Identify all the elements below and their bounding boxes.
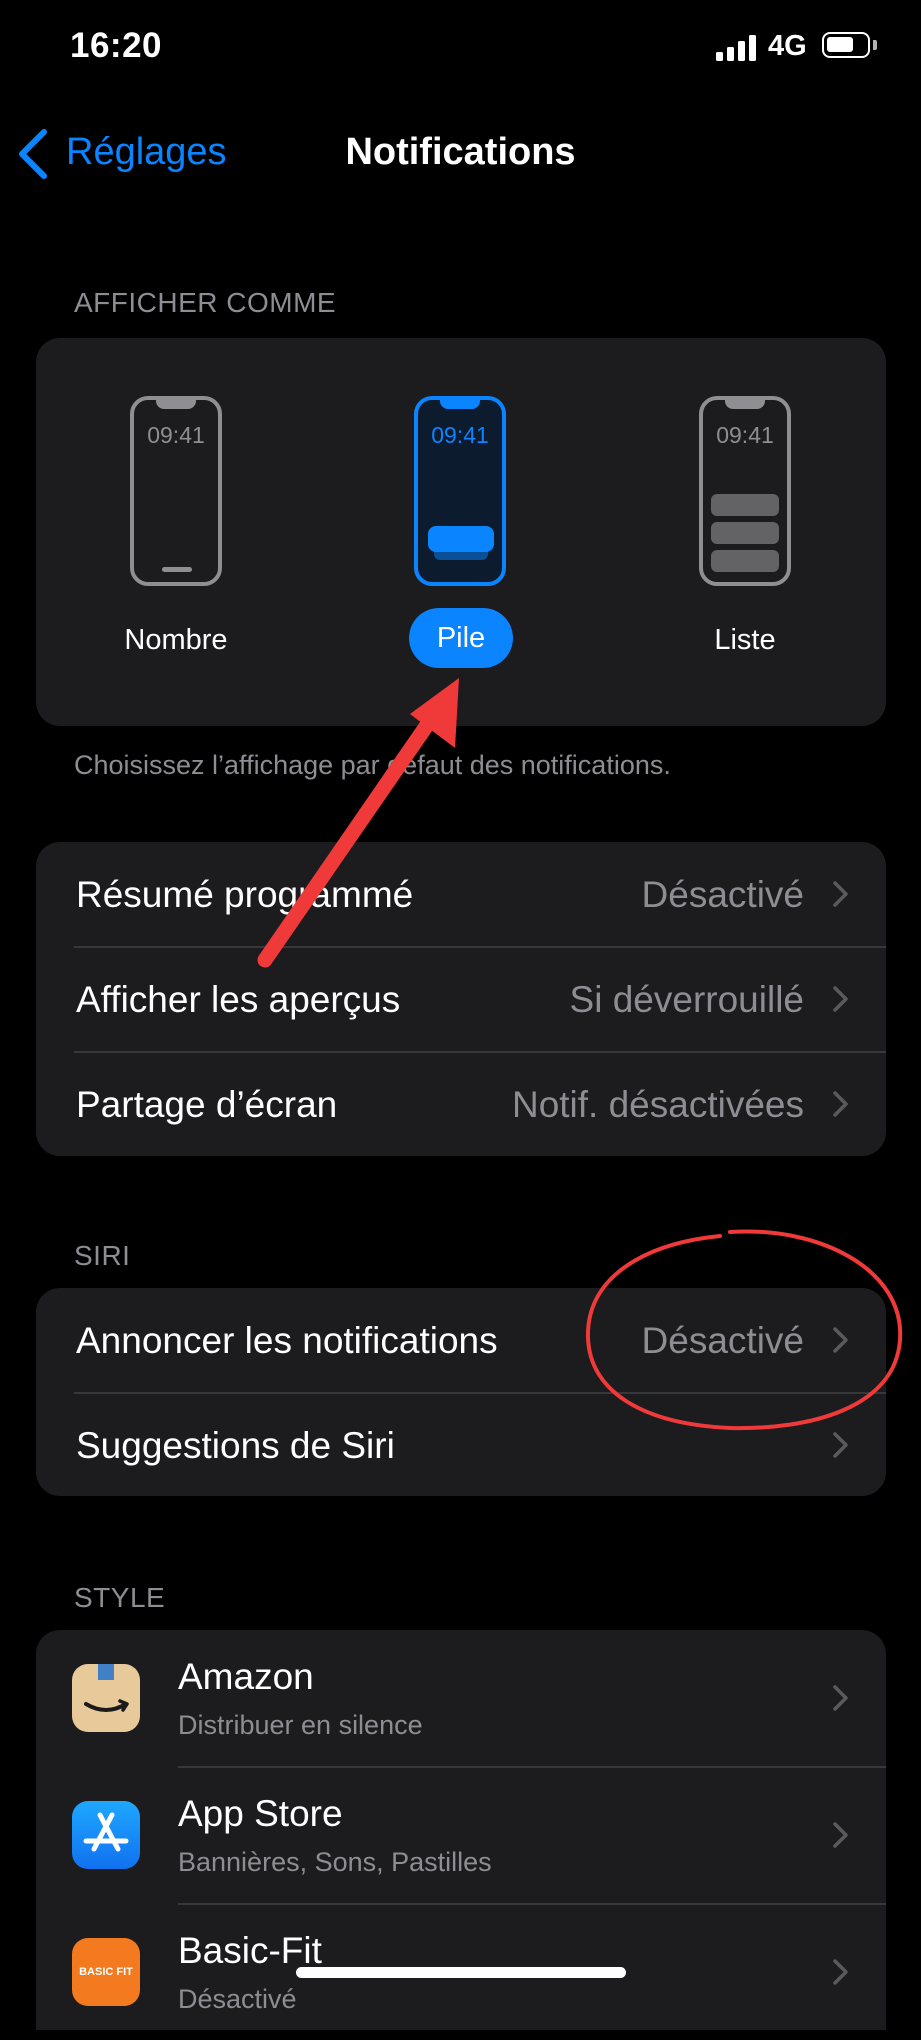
display-style-card: 09:41 Nombre 09:41 Pile 09:41 Liste bbox=[36, 338, 886, 726]
chevron-right-icon bbox=[833, 1685, 848, 1711]
app-name: App Store bbox=[178, 1793, 343, 1834]
phone-preview-time: 09:41 bbox=[147, 422, 205, 448]
basic-fit-app-icon: BASIC FIT bbox=[72, 1938, 140, 2006]
row-screen-sharing[interactable]: Partage d’écran Notif. désactivées bbox=[36, 1052, 886, 1156]
app-subtitle: Distribuer en silence bbox=[178, 1710, 423, 1740]
chevron-right-icon bbox=[833, 1822, 848, 1848]
phone-preview-time: 09:41 bbox=[431, 422, 489, 448]
app-row-amazon[interactable]: Amazon Distribuer en silence bbox=[36, 1630, 886, 1766]
cellular-signal-icon bbox=[716, 35, 756, 61]
app-row-app-store[interactable]: App Store Bannières, Sons, Pastilles bbox=[36, 1767, 886, 1903]
row-siri-suggestions[interactable]: Suggestions de Siri bbox=[36, 1393, 886, 1497]
battery-tip bbox=[873, 40, 877, 50]
chevron-right-icon bbox=[833, 881, 848, 907]
chevron-right-icon bbox=[833, 1432, 848, 1458]
app-name: Basic-Fit bbox=[178, 1930, 322, 1971]
battery-icon bbox=[822, 32, 870, 58]
row-show-previews[interactable]: Afficher les aperçus Si déverrouillé bbox=[36, 947, 886, 1051]
section-header-siri: SIRI bbox=[74, 1240, 131, 1271]
display-option-stack[interactable]: 09:41 bbox=[414, 396, 506, 586]
row-label: Suggestions de Siri bbox=[76, 1425, 395, 1466]
row-value: Si déverrouillé bbox=[569, 979, 804, 1020]
siri-card: Annoncer les notifications Désactivé Sug… bbox=[36, 1288, 886, 1496]
app-subtitle: Bannières, Sons, Pastilles bbox=[178, 1847, 492, 1877]
network-type: 4G bbox=[768, 30, 807, 62]
row-value: Notif. désactivées bbox=[511, 1084, 804, 1125]
display-footer: Choisissez l’affichage par défaut des no… bbox=[74, 750, 671, 780]
chevron-right-icon bbox=[833, 1327, 848, 1353]
row-label: Annoncer les notifications bbox=[76, 1320, 498, 1361]
page-title: Notifications bbox=[345, 131, 576, 173]
chevron-right-icon bbox=[833, 986, 848, 1012]
status-time: 16:20 bbox=[70, 26, 163, 65]
amazon-app-icon bbox=[72, 1664, 140, 1732]
row-label: Résumé programmé bbox=[76, 874, 414, 915]
display-option-label-stack[interactable]: Pile bbox=[409, 608, 513, 668]
display-option-label-count[interactable]: Nombre bbox=[96, 624, 256, 657]
display-option-list[interactable]: 09:41 bbox=[699, 396, 791, 586]
settings-card: Résumé programmé Désactivé Afficher les … bbox=[36, 842, 886, 1156]
row-announce-notifications[interactable]: Annoncer les notifications Désactivé bbox=[36, 1288, 886, 1392]
home-indicator bbox=[296, 1967, 626, 1978]
row-label: Afficher les aperçus bbox=[76, 979, 401, 1020]
app-store-app-icon bbox=[72, 1801, 140, 1869]
row-scheduled-summary[interactable]: Résumé programmé Désactivé bbox=[36, 842, 886, 946]
section-header-style: STYLE bbox=[74, 1582, 166, 1613]
row-value: Désactivé bbox=[641, 874, 804, 915]
chevron-right-icon bbox=[833, 1959, 848, 1985]
section-header-display: AFFICHER COMME bbox=[74, 287, 337, 318]
phone-preview-time: 09:41 bbox=[716, 422, 774, 448]
chevron-right-icon bbox=[833, 1091, 848, 1117]
display-option-label-list[interactable]: Liste bbox=[665, 624, 825, 657]
app-name: Amazon bbox=[178, 1656, 314, 1697]
row-label: Partage d’écran bbox=[76, 1084, 338, 1125]
display-option-count[interactable]: 09:41 bbox=[130, 396, 222, 586]
row-value: Désactivé bbox=[641, 1320, 804, 1361]
